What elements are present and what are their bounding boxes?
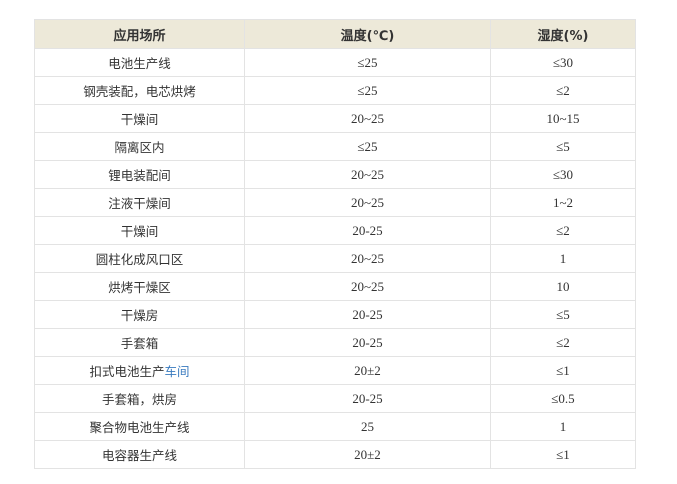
table-row: 锂电装配间 20~25 ≤30 [34,160,636,189]
cell-temperature: 20~25 [244,272,491,301]
cell-place: 电池生产线 [34,48,245,77]
workshop-link[interactable]: 车间 [165,364,190,379]
cell-temperature: 20-25 [244,216,491,245]
cell-temperature: 20~25 [244,160,491,189]
cell-temperature: 20-25 [244,384,491,413]
cell-temperature: 20±2 [244,356,491,385]
table-row: 隔离区内 ≤25 ≤5 [34,132,636,161]
cell-place: 注液干燥间 [34,188,245,217]
table-row: 圆柱化成风口区 20~25 1 [34,244,636,273]
cell-humidity: ≤2 [490,328,636,357]
table-row: 手套箱 20-25 ≤2 [34,328,636,357]
cell-temperature: ≤25 [244,48,491,77]
cell-humidity: 10 [490,272,636,301]
table-row: 注液干燥间 20~25 1~2 [34,188,636,217]
cell-temperature: 20~25 [244,188,491,217]
cell-temperature: 20~25 [244,104,491,133]
cell-temperature: ≤25 [244,76,491,105]
cell-place: 干燥间 [34,104,245,133]
table-row: 电池生产线 ≤25 ≤30 [34,48,636,77]
cell-humidity: 1~2 [490,188,636,217]
table-row: 干燥间 20~25 10~15 [34,104,636,133]
cell-temperature: 25 [244,412,491,441]
cell-temperature: 20-25 [244,300,491,329]
cell-humidity: ≤30 [490,48,636,77]
header-humidity: 湿度(%) [490,19,636,49]
data-table-container: 应用场所 温度(℃) 湿度(%) 电池生产线 ≤25 ≤30 钢壳装配，电芯烘烤… [34,19,636,469]
table-row: 干燥间 20-25 ≤2 [34,216,636,245]
cell-place: 圆柱化成风口区 [34,244,245,273]
cell-place: 钢壳装配，电芯烘烤 [34,76,245,105]
cell-place: 扣式电池生产车间 [34,356,245,385]
cell-place: 聚合物电池生产线 [34,412,245,441]
table-row: 手套箱，烘房 20-25 ≤0.5 [34,384,636,413]
table-row: 电容器生产线 20±2 ≤1 [34,440,636,469]
cell-humidity: 1 [490,244,636,273]
table-row: 钢壳装配，电芯烘烤 ≤25 ≤2 [34,76,636,105]
header-place: 应用场所 [34,19,245,49]
cell-humidity: ≤5 [490,132,636,161]
cell-place-text: 扣式电池生产 [89,364,165,379]
cell-humidity: ≤1 [490,356,636,385]
cell-place: 手套箱 [34,328,245,357]
cell-place: 隔离区内 [34,132,245,161]
table-row: 扣式电池生产车间 20±2 ≤1 [34,356,636,385]
cell-humidity: ≤1 [490,440,636,469]
header-temperature: 温度(℃) [244,19,491,49]
table-row: 干燥房 20-25 ≤5 [34,300,636,329]
cell-place: 烘烤干燥区 [34,272,245,301]
cell-temperature: 20~25 [244,244,491,273]
cell-humidity: ≤5 [490,300,636,329]
cell-humidity: ≤2 [490,76,636,105]
table-row: 烘烤干燥区 20~25 10 [34,272,636,301]
cell-humidity: 10~15 [490,104,636,133]
cell-place: 干燥房 [34,300,245,329]
table-row: 聚合物电池生产线 25 1 [34,412,636,441]
cell-humidity: ≤2 [490,216,636,245]
cell-humidity: ≤30 [490,160,636,189]
cell-temperature: ≤25 [244,132,491,161]
cell-humidity: 1 [490,412,636,441]
cell-place: 锂电装配间 [34,160,245,189]
cell-place: 干燥间 [34,216,245,245]
environment-table: 应用场所 温度(℃) 湿度(%) 电池生产线 ≤25 ≤30 钢壳装配，电芯烘烤… [34,19,636,469]
cell-place: 电容器生产线 [34,440,245,469]
cell-temperature: 20-25 [244,328,491,357]
cell-humidity: ≤0.5 [490,384,636,413]
cell-temperature: 20±2 [244,440,491,469]
table-header-row: 应用场所 温度(℃) 湿度(%) [34,19,636,49]
cell-place: 手套箱，烘房 [34,384,245,413]
